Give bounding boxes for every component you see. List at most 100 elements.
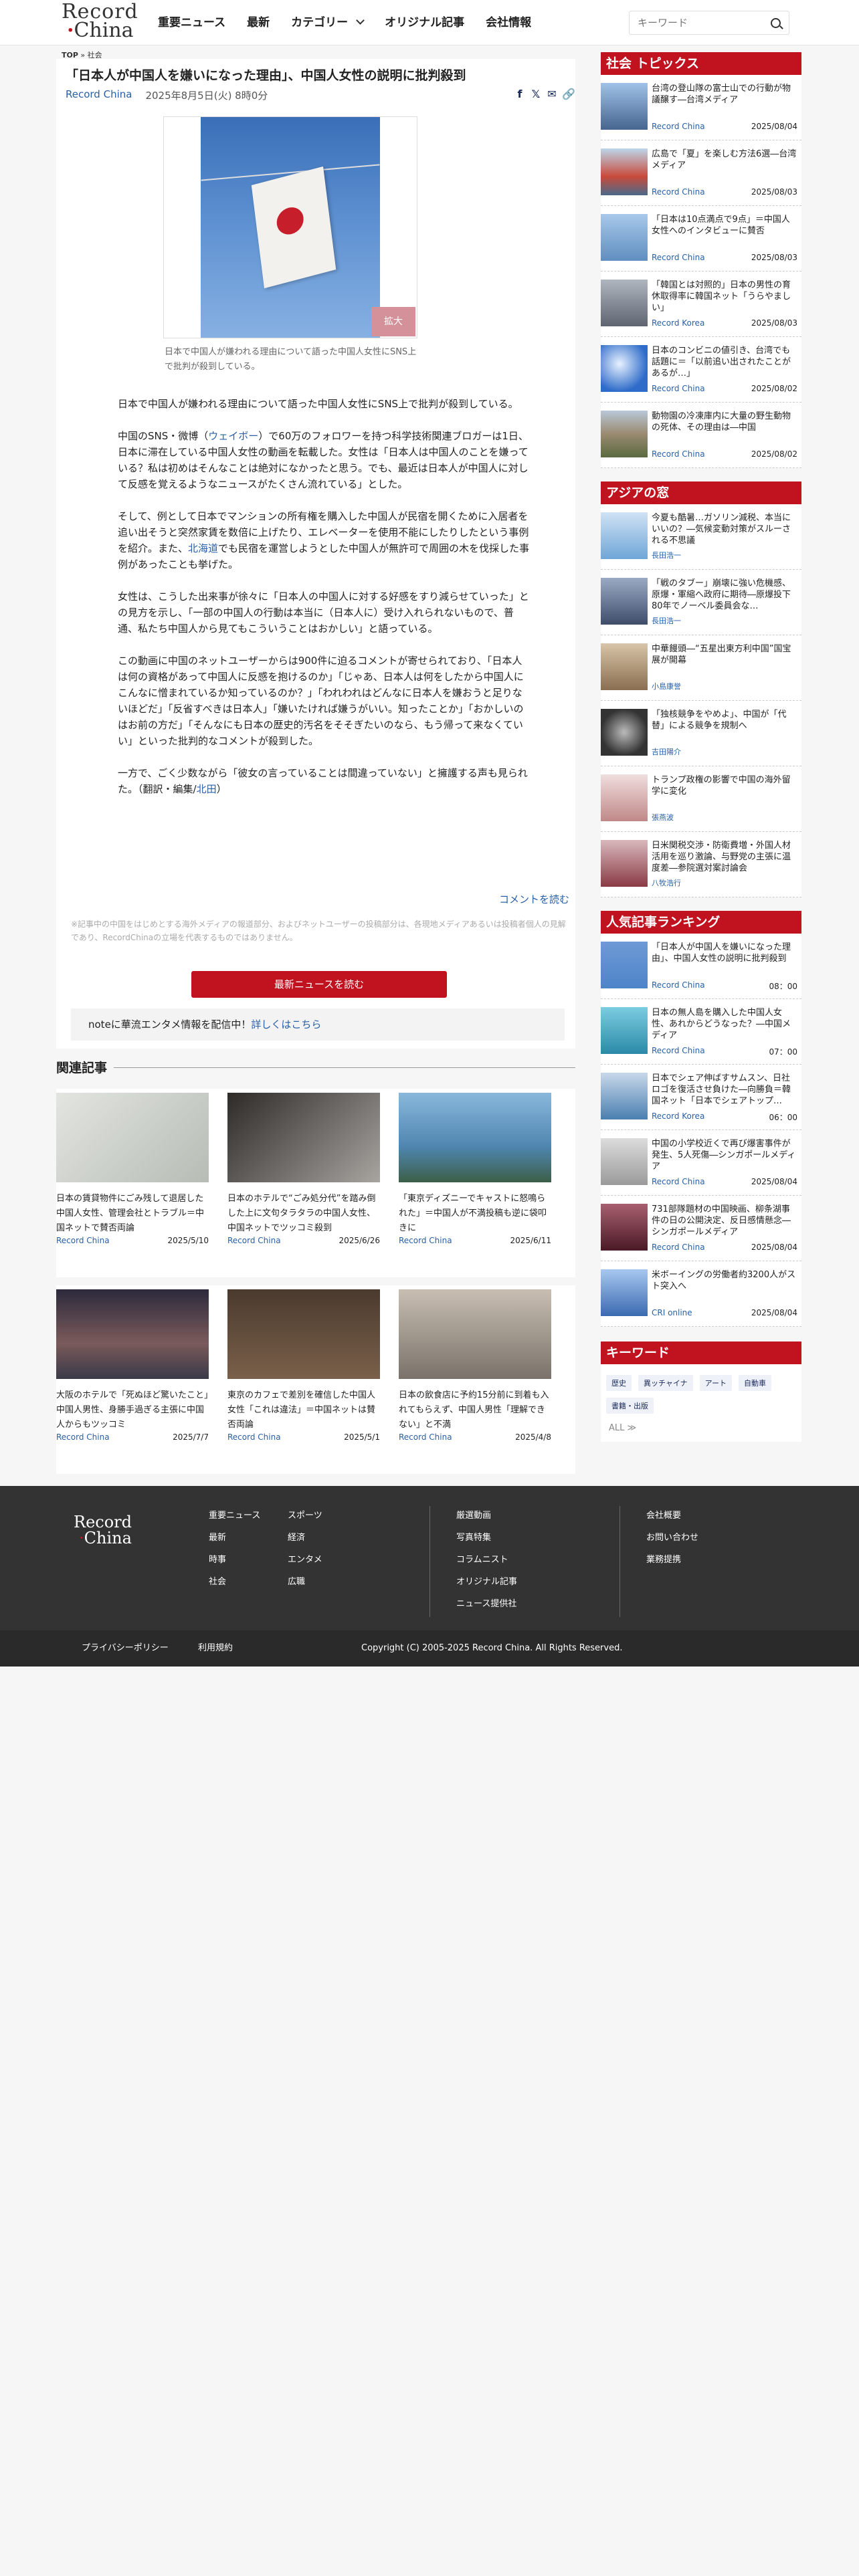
sidebar-item-author[interactable]: 長田浩一 — [652, 550, 681, 560]
related-card[interactable]: 東京のカフェで差別を確信した中国人女性「これは違法」＝中国ネットは賛否両論 Rec… — [227, 1289, 380, 1442]
sidebar-item[interactable]: 日本でシェア伸ばすサムスン、日社ロゴを復活させ負けた―向勝負＝韓国ネット「日本で… — [601, 1065, 801, 1130]
related-source[interactable]: Record China — [227, 1236, 281, 1245]
footer-link[interactable]: オリジナル記事 — [456, 1571, 517, 1593]
sidebar-item-source[interactable]: Record China — [652, 449, 705, 459]
sidebar-item-date: 2025/08/04 — [751, 122, 797, 131]
sidebar-item-source[interactable]: Record China — [652, 1177, 705, 1186]
sidebar-item[interactable]: 米ボーイングの労働者約3200人がスト突入へ CRI online 2025/08/… — [601, 1261, 801, 1327]
sidebar-item-author[interactable]: 吉田陽介 — [652, 746, 681, 757]
sidebar-item[interactable]: 「戦のタブー」崩壊に強い危機感、原爆・軍縮へ政府に期待―原爆投下80年でノーベル… — [601, 570, 801, 635]
sidebar-item-title: 中華饅頭―“五星出東方利中国”国宝展が開幕 — [652, 644, 791, 665]
keyword-tag[interactable]: 書籍・出版 — [606, 1398, 654, 1414]
sidebar-item-source[interactable]: Record China — [652, 122, 705, 131]
article-photo[interactable]: 拡大 — [163, 116, 417, 338]
footer-logo[interactable]: Record ·China — [74, 1514, 132, 1546]
related-source[interactable]: Record China — [56, 1432, 110, 1442]
sidebar-item-source[interactable]: Record China — [652, 1046, 705, 1057]
footer-link[interactable]: 経済 — [288, 1527, 322, 1549]
note-details-link[interactable]: 詳しくはこちら — [251, 1018, 321, 1031]
sidebar-item[interactable]: 日本のコンビニの値引き、台湾でも話題に＝「以前追い出されたことがあるが…」 Rec… — [601, 337, 801, 403]
footer-link[interactable]: 社会 — [209, 1571, 260, 1593]
related-source[interactable]: Record China — [227, 1432, 281, 1442]
footer-link[interactable]: 広職 — [288, 1571, 322, 1593]
link-hokkaido[interactable]: 北海道 — [188, 542, 218, 554]
link-weibo[interactable]: ウェイボー — [208, 430, 258, 442]
mail-icon[interactable]: ✉ — [546, 88, 558, 100]
sidebar-item[interactable]: 台湾の登山隊の富士山での行動が物議醸す―台湾メディア Record China 20… — [601, 75, 801, 140]
related-source[interactable]: Record China — [56, 1236, 110, 1245]
footer-link[interactable]: コラムニスト — [456, 1549, 517, 1571]
footer-col-3: 厳選動画 写真特集 コラムニスト オリジナル記事 ニュース提供社 — [456, 1505, 517, 1615]
sidebar-item[interactable]: 「日本は10点満点で9点」＝中国人女性へのインタビューに賛否 Record Chi… — [601, 206, 801, 272]
site-logo[interactable]: Record ·China — [62, 2, 138, 43]
sidebar-item[interactable]: トランプ政権の影響で中国の海外留学に変化 張燕波 — [601, 766, 801, 832]
enlarge-button[interactable]: 拡大 — [371, 307, 415, 336]
keyword-tag[interactable]: アート — [699, 1375, 733, 1391]
comment-link[interactable]: コメントを読む — [499, 892, 569, 906]
sidebar-item[interactable]: 日米関税交渉・防衛費増・外国人材活用を巡り激論、与野党の主張に温度差―参院選対案… — [601, 832, 801, 897]
sidebar-item-source[interactable]: CRI online — [652, 1308, 692, 1317]
related-source[interactable]: Record China — [399, 1236, 452, 1245]
search-input[interactable] — [638, 17, 758, 29]
related-card[interactable]: 日本の賃貸物件にごみ残して退居した中国人女性、管理会社とトラブル＝中国ネットで賛… — [56, 1093, 209, 1245]
sidebar-item-source[interactable]: Record Korea — [652, 318, 704, 328]
related-source[interactable]: Record China — [399, 1432, 452, 1442]
footer-link[interactable]: エンタメ — [288, 1549, 322, 1571]
footer-link[interactable]: 最新 — [209, 1527, 260, 1549]
sidebar-ranking: 人気記事ランキング 「日本人が中国人を嫌いになった理由」、中国人女性の説明に批判… — [601, 911, 801, 1327]
sidebar-item-source[interactable]: Record China — [652, 384, 705, 393]
sidebar-item[interactable]: 「独核競争をやめよ」、中国が「代替」による競争を規制へ 吉田陽介 — [601, 701, 801, 766]
search-icon[interactable] — [771, 18, 781, 28]
related-card[interactable]: 大阪のホテルで「死ぬほど驚いたこと」中国人男性、身勝手過ぎる主張に中国人からもツ… — [56, 1289, 209, 1442]
link-icon[interactable]: 🔗 — [562, 88, 575, 100]
footer-link[interactable]: 業務提携 — [646, 1549, 698, 1571]
sidebar-item[interactable]: 動物園の冷凍庫内に大量の野生動物の死体、その理由は―中国 Record China… — [601, 403, 801, 468]
sidebar-item[interactable]: 広島で「夏」を楽しむ方法6選―台湾メディア Record China 2025/08… — [601, 140, 801, 206]
footer-link[interactable]: 写真特集 — [456, 1527, 517, 1549]
sidebar-item[interactable]: 中華饅頭―“五星出東方利中国”国宝展が開幕小島康誉 — [601, 635, 801, 701]
related-card[interactable]: 「東京ディズニーでキャストに怒鳴られた」＝中国人が不満投稿も逆に袋叩きに Reco… — [399, 1093, 551, 1245]
sidebar-item[interactable]: 今夏も酷暑…ガソリン減税、本当にいいの？―気候変動対策がスルーされる不思議 長田浩… — [601, 504, 801, 570]
related-card[interactable]: 日本の飲食店に予約15分前に到着も入れてもらえず、中国人男性「理解できない」と不… — [399, 1289, 551, 1442]
sidebar-item-author[interactable]: 長田浩一 — [652, 615, 681, 626]
article-source[interactable]: Record China — [66, 88, 132, 102]
sidebar-item-source[interactable]: Record China — [652, 187, 705, 197]
sidebar-item-source[interactable]: Record China — [652, 253, 705, 262]
sidebar-item[interactable]: 日本の無人島を購入した中国人女性、あれからどうなった？―中国メディア Record… — [601, 999, 801, 1065]
footer-link[interactable]: お問い合わせ — [646, 1527, 698, 1549]
sidebar-item-source[interactable]: Record Korea — [652, 1111, 704, 1123]
footer-link[interactable]: スポーツ — [288, 1505, 322, 1527]
x-icon[interactable]: 𝕏 — [530, 88, 542, 100]
related-card[interactable]: 日本のホテルで“ごみ処分代”を踏み倒した上に文句タラタラの中国人女性、中国ネット… — [227, 1093, 380, 1245]
sidebar-item-source[interactable]: Record China — [652, 980, 705, 992]
footer-link[interactable]: 時事 — [209, 1549, 260, 1571]
footer-link[interactable]: 会社概要 — [646, 1505, 698, 1527]
sidebar-item[interactable]: 中国の小学校近くで再び爆害事件が発生、5人死傷―シンガポールメディア Record… — [601, 1130, 801, 1196]
footer-link[interactable]: 重要ニュース — [209, 1505, 260, 1527]
footer-link[interactable]: ニュース提供社 — [456, 1593, 517, 1615]
nav-company[interactable]: 会社情報 — [486, 13, 531, 32]
footer-link[interactable]: 厳選動画 — [456, 1505, 517, 1527]
nav-important-news[interactable]: 重要ニュース — [158, 13, 225, 32]
privacy-link[interactable]: プライバシーポリシー — [82, 1630, 169, 1667]
sidebar-item-author[interactable]: 八牧浩行 — [652, 877, 681, 888]
sidebar-item[interactable]: 「日本人が中国人を嫌いになった理由」、中国人女性の説明に批判殺到 Record C… — [601, 934, 801, 999]
keyword-tag[interactable]: 自動車 — [739, 1375, 772, 1391]
sidebar-item-source[interactable]: Record China — [652, 1243, 705, 1252]
facebook-icon[interactable]: f — [514, 88, 526, 100]
sidebar-item[interactable]: 「韓国とは対照的」日本の男性の育休取得率に韓国ネット「うらやましい」 Record… — [601, 272, 801, 337]
nav-latest[interactable]: 最新 — [247, 13, 270, 32]
nav-original[interactable]: オリジナル記事 — [385, 13, 464, 32]
sidebar-item-author[interactable]: 小島康誉 — [652, 681, 681, 691]
nav-category[interactable]: カテゴリー — [291, 13, 365, 32]
sidebar-item[interactable]: 731部隊題材の中国映画、柳条湖事件の日の公開決定、反日感情懸念―シンガポールメ… — [601, 1196, 801, 1261]
terms-link[interactable]: 利用規約 — [198, 1630, 233, 1667]
keyword-tag[interactable]: 異ッチャイナ — [638, 1375, 693, 1391]
keyword-tag[interactable]: 歴史 — [606, 1375, 632, 1391]
latest-news-button[interactable]: 最新ニュースを読む — [191, 971, 447, 998]
link-editor[interactable]: 北田 — [197, 783, 217, 795]
related-title: 日本の飲食店に予約15分前に到着も入れてもらえず、中国人男性「理解できない」と不… — [399, 1390, 549, 1430]
keywords-all-link[interactable]: ALL ≫ — [601, 1414, 801, 1442]
sidebar-item-author[interactable]: 張燕波 — [652, 812, 674, 823]
sidebar-item-date: 07：00 — [769, 1047, 797, 1057]
